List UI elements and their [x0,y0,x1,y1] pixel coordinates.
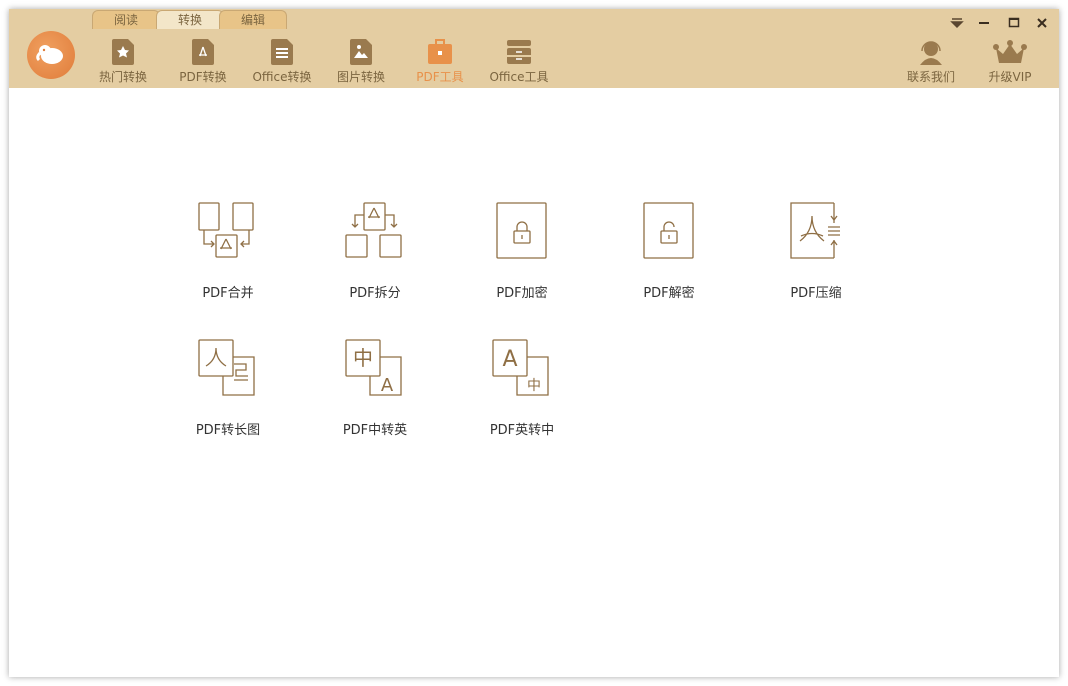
lock-icon [496,202,547,259]
tool-pdf-compress[interactable]: PDF压缩 [756,202,876,301]
tool-pdf-merge[interactable]: PDF合并 [168,202,288,301]
star-file-icon [112,39,134,65]
crown-icon [993,40,1027,63]
cabinet-icon [507,40,531,64]
maximize-icon[interactable] [1005,15,1023,31]
translate-zh-en-icon: 中A [345,339,402,396]
toolbox-icon [428,39,452,64]
image-file-icon [350,39,372,65]
tool-pdf-encrypt[interactable]: PDF加密 [462,202,582,301]
merge-icon [198,202,254,258]
minimize-icon[interactable] [975,15,993,31]
menu-dropdown-icon[interactable] [948,15,966,31]
headset-user-icon [920,41,942,65]
tab-convert[interactable]: 转换 [156,10,224,29]
long-image-icon [198,339,255,396]
unlock-icon [643,202,694,259]
compress-icon [790,202,840,259]
upgrade-vip-button[interactable]: 升级VIP [970,39,1050,85]
nav-hot-convert[interactable]: 热门转换 [83,39,163,85]
tool-pdf-split[interactable]: PDF拆分 [315,202,435,301]
svg-text:A: A [381,375,394,396]
nav-office-tools[interactable]: Office工具 [479,39,559,85]
nav-pdf-convert[interactable]: PDF转换 [163,39,243,85]
close-icon[interactable] [1033,15,1051,31]
pdf-file-icon [192,39,214,65]
document-icon [271,39,293,65]
app-window: 阅读 转换 编辑 热门转换 PDF转换 Office转换 图片转换 PDF工具 … [9,9,1059,677]
nav-office-convert[interactable]: Office转换 [242,39,322,85]
svg-text:A: A [502,347,517,372]
tab-edit[interactable]: 编辑 [219,10,287,29]
tool-pdf-english-to-chinese[interactable]: A中 PDF英转中 [462,339,582,438]
tab-read[interactable]: 阅读 [92,10,160,29]
nav-pdf-tools[interactable]: PDF工具 [400,39,480,85]
split-icon [345,202,402,258]
contact-us-button[interactable]: 联系我们 [891,39,971,85]
nav-image-convert[interactable]: 图片转换 [321,39,401,85]
tool-pdf-to-long-image[interactable]: PDF转长图 [168,339,288,438]
translate-en-zh-icon: A中 [492,339,549,396]
svg-text:中: 中 [527,378,541,394]
app-logo [27,31,75,79]
tool-pdf-chinese-to-english[interactable]: 中A PDF中转英 [315,339,435,438]
header: 阅读 转换 编辑 热门转换 PDF转换 Office转换 图片转换 PDF工具 … [9,9,1059,88]
tool-pdf-decrypt[interactable]: PDF解密 [609,202,729,301]
svg-text:中: 中 [353,346,373,370]
